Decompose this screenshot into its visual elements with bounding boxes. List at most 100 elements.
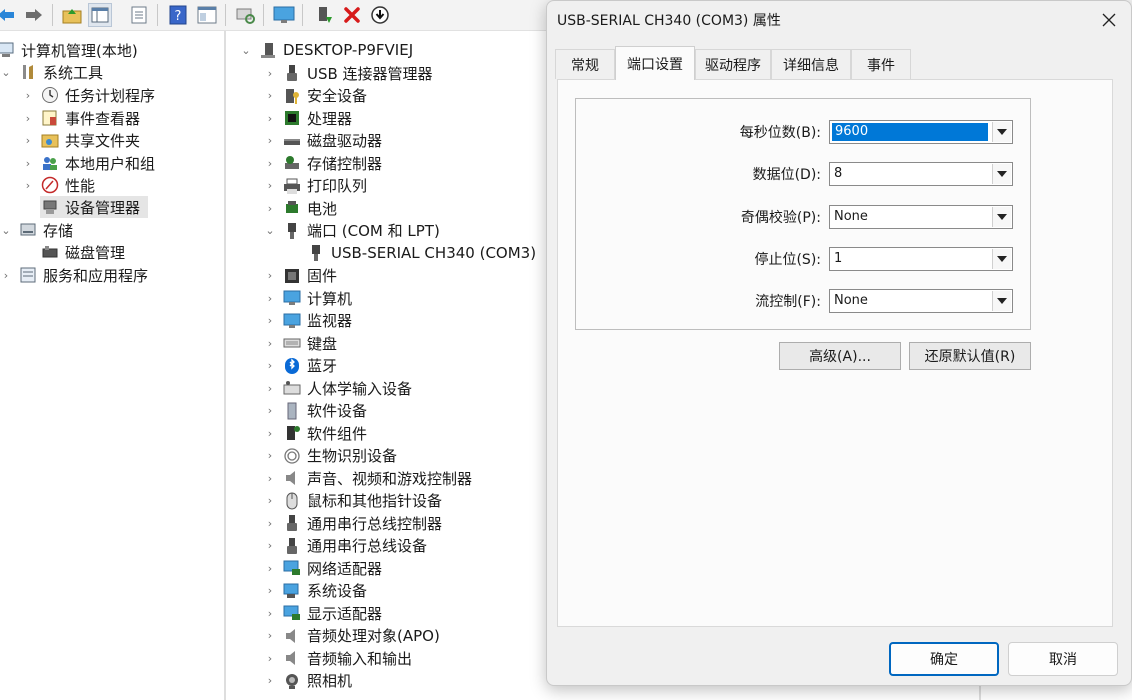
device-category[interactable]: › 监视器 — [264, 310, 352, 332]
forward-arrow-icon[interactable] — [22, 3, 46, 27]
chevron-right-icon[interactable]: › — [264, 652, 276, 665]
device-category[interactable]: › 磁盘驱动器 — [264, 130, 382, 152]
chevron-down-icon[interactable]: ⌄ — [0, 66, 12, 79]
tree-item-device-manager[interactable]: 设备管理器 — [40, 196, 148, 218]
tab-driver[interactable]: 驱动程序 — [695, 49, 771, 79]
device-category[interactable]: › 网络适配器 — [264, 557, 382, 579]
advanced-button[interactable]: 高级(A)... — [779, 342, 901, 370]
tree-item-local-users[interactable]: › 本地用户和组 — [22, 152, 155, 174]
device-category[interactable]: › 显示适配器 — [264, 602, 382, 624]
device-category[interactable]: › 固件 — [264, 265, 337, 287]
chevron-right-icon[interactable]: › — [264, 202, 276, 215]
flow-control-select[interactable]: None — [829, 289, 1013, 313]
chevron-right-icon[interactable]: › — [264, 157, 276, 170]
device-category[interactable]: › 软件组件 — [264, 422, 367, 444]
device-category[interactable]: › 打印队列 — [264, 175, 367, 197]
monitor-icon[interactable] — [272, 3, 296, 27]
chevron-right-icon[interactable]: › — [264, 269, 276, 282]
close-icon[interactable] — [1095, 7, 1123, 33]
uninstall-icon[interactable] — [340, 3, 364, 27]
device-category[interactable]: › 通用串行总线控制器 — [264, 512, 442, 534]
tree-item-event-viewer[interactable]: › 事件查看器 — [22, 107, 140, 129]
help-icon[interactable]: ? — [166, 3, 190, 27]
chevron-right-icon[interactable]: › — [22, 89, 34, 102]
tree-item-storage[interactable]: ⌄ 存储 — [0, 219, 73, 241]
chevron-right-icon[interactable]: › — [264, 89, 276, 102]
chevron-right-icon[interactable]: › — [264, 292, 276, 305]
back-arrow-icon[interactable] — [0, 3, 18, 27]
data-bits-select[interactable]: 8 — [829, 162, 1013, 186]
device-category[interactable]: › 人体学输入设备 — [264, 377, 412, 399]
chevron-down-icon[interactable] — [992, 249, 1011, 269]
tab-details[interactable]: 详细信息 — [771, 49, 851, 79]
device-category[interactable]: › 键盘 — [264, 332, 337, 354]
tree-item-services-apps[interactable]: › 服务和应用程序 — [0, 264, 148, 286]
show-hide-tree-icon[interactable] — [88, 3, 112, 27]
device-category[interactable]: › 软件设备 — [264, 400, 367, 422]
tab-general[interactable]: 常规 — [555, 49, 615, 79]
chevron-down-icon[interactable] — [992, 122, 1011, 142]
tree-item-shared-folders[interactable]: › 共享文件夹 — [22, 129, 140, 151]
chevron-right-icon[interactable]: › — [264, 562, 276, 575]
chevron-right-icon[interactable]: › — [264, 382, 276, 395]
tree-item-task-scheduler[interactable]: › 任务计划程序 — [22, 84, 155, 106]
chevron-right-icon[interactable]: › — [264, 427, 276, 440]
device-category[interactable]: › 鼠标和其他指针设备 — [264, 490, 442, 512]
chevron-right-icon[interactable]: › — [264, 629, 276, 642]
device-category[interactable]: › 音频处理对象(APO) — [264, 625, 440, 647]
update-driver-icon[interactable] — [368, 3, 392, 27]
chevron-right-icon[interactable]: › — [22, 112, 34, 125]
tab-events[interactable]: 事件 — [851, 49, 911, 79]
chevron-right-icon[interactable]: › — [264, 472, 276, 485]
chevron-right-icon[interactable]: › — [264, 607, 276, 620]
properties-icon[interactable] — [127, 3, 151, 27]
device-category[interactable]: › 音频输入和输出 — [264, 647, 412, 669]
chevron-right-icon[interactable]: › — [264, 449, 276, 462]
chevron-right-icon[interactable]: › — [264, 517, 276, 530]
device-category[interactable]: › 存储控制器 — [264, 152, 382, 174]
chevron-right-icon[interactable]: › — [22, 179, 34, 192]
chevron-right-icon[interactable]: › — [264, 674, 276, 687]
view-icon[interactable] — [195, 3, 219, 27]
chevron-right-icon[interactable]: › — [264, 584, 276, 597]
enable-device-icon[interactable] — [312, 3, 336, 27]
device-category[interactable]: › 系统设备 — [264, 580, 367, 602]
chevron-right-icon[interactable]: › — [22, 134, 34, 147]
stop-bits-select[interactable]: 1 — [829, 247, 1013, 271]
device-category[interactable]: › 通用串行总线设备 — [264, 535, 427, 557]
chevron-down-icon[interactable]: ⌄ — [240, 44, 252, 57]
device-category[interactable]: › 处理器 — [264, 107, 352, 129]
tree-item-computer-management[interactable]: 计算机管理(本地) — [0, 39, 138, 61]
chevron-down-icon[interactable] — [992, 291, 1011, 311]
tree-item-system-tools[interactable]: ⌄ 系统工具 — [0, 61, 103, 83]
chevron-down-icon[interactable] — [992, 207, 1011, 227]
chevron-right-icon[interactable]: › — [264, 404, 276, 417]
device-category[interactable]: › 计算机 — [264, 287, 352, 309]
cancel-button[interactable]: 取消 — [1008, 642, 1118, 676]
device-category[interactable]: › 声音、视频和游戏控制器 — [264, 467, 472, 489]
device-category[interactable]: › 生物识别设备 — [264, 445, 397, 467]
scan-icon[interactable] — [233, 3, 257, 27]
device-category[interactable]: › 蓝牙 — [264, 355, 337, 377]
chevron-right-icon[interactable]: › — [264, 67, 276, 80]
chevron-right-icon[interactable]: › — [264, 134, 276, 147]
chevron-right-icon[interactable]: › — [22, 157, 34, 170]
chevron-right-icon[interactable]: › — [264, 539, 276, 552]
parity-select[interactable]: None — [829, 205, 1013, 229]
device-category[interactable]: ⌄ 端口 (COM 和 LPT) — [264, 220, 439, 242]
tree-item-disk-management[interactable]: 磁盘管理 — [40, 241, 125, 263]
chevron-down-icon[interactable]: ⌄ — [264, 224, 276, 237]
chevron-right-icon[interactable]: › — [264, 112, 276, 125]
tree-item-computer-root[interactable]: ⌄ DESKTOP-P9FVIEJ — [240, 39, 413, 61]
restore-defaults-button[interactable]: 还原默认值(R) — [909, 342, 1031, 370]
device-category[interactable]: › 安全设备 — [264, 85, 367, 107]
ok-button[interactable]: 确定 — [889, 642, 999, 676]
pane-splitter[interactable] — [224, 31, 226, 700]
device-item-ch340[interactable]: USB-SERIAL CH340 (COM3) — [282, 242, 536, 264]
up-folder-icon[interactable] — [60, 3, 84, 27]
chevron-right-icon[interactable]: › — [264, 337, 276, 350]
chevron-right-icon[interactable]: › — [264, 179, 276, 192]
chevron-right-icon[interactable]: › — [264, 314, 276, 327]
chevron-right-icon[interactable]: › — [0, 269, 12, 282]
baud-select[interactable]: 9600 — [829, 120, 1013, 144]
